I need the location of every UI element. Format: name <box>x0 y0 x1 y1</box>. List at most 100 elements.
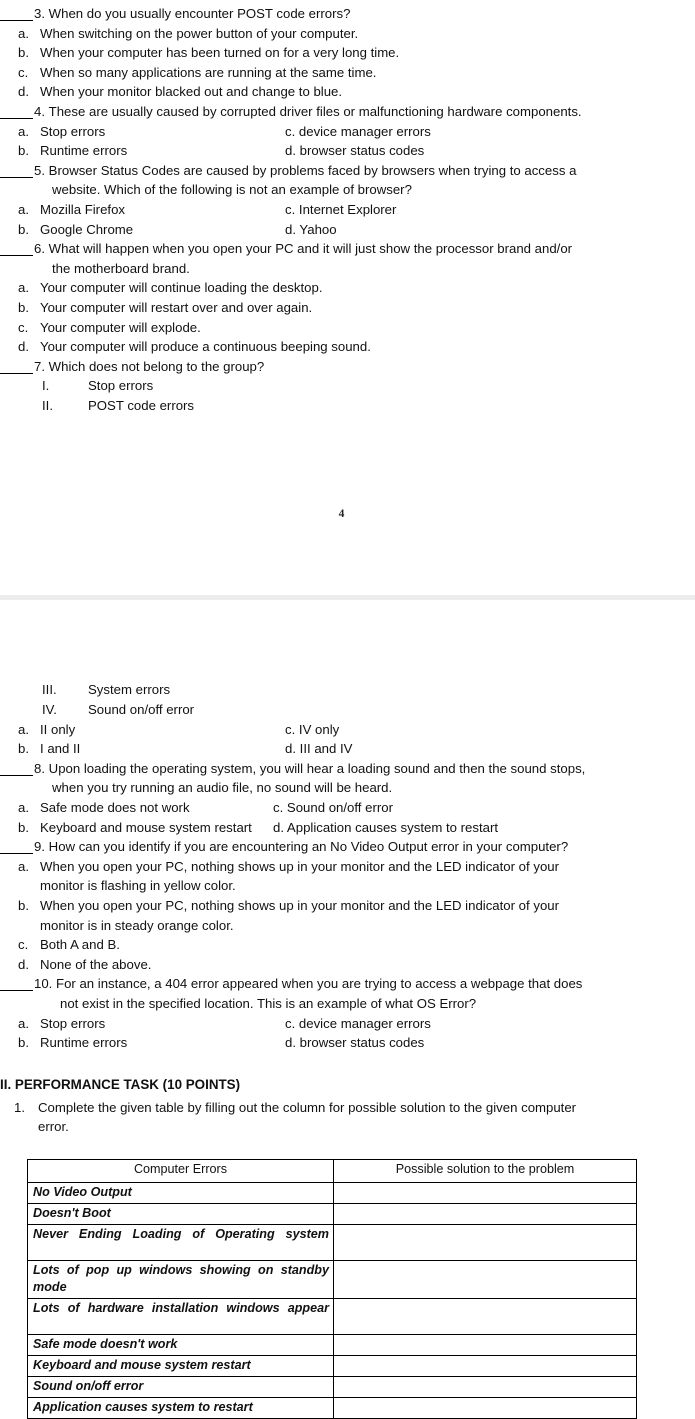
question-10: 10. For an instance, a 404 error appeare… <box>0 974 695 1013</box>
question-5-number: 5. <box>34 162 45 178</box>
question-10-choices: a. Stop errors c. device manager errors b.… <box>0 1014 695 1053</box>
question-6: 6. What will happen when you open your P… <box>0 239 683 278</box>
question-5: 5. Browser Status Codes are caused by pr… <box>0 161 683 200</box>
answer-blank-4[interactable] <box>0 117 33 119</box>
choice-row[interactable]: b. Google Chrome d. Yahoo <box>0 220 683 240</box>
choice-text: When you open your PC, nothing shows up … <box>40 858 560 874</box>
choice-text-right: c. device manager errors <box>285 123 431 139</box>
roman-numeral: II. <box>42 397 53 413</box>
table-cell-solution[interactable] <box>333 1354 637 1377</box>
table-cell-error: Lots of hardware installation windows ap… <box>27 1297 334 1335</box>
choice-letter: a. <box>18 25 29 41</box>
choice-letter: d. <box>18 84 29 100</box>
question-3: 3. When do you usually encounter POST co… <box>0 4 683 24</box>
table-cell-solution[interactable] <box>333 1297 637 1335</box>
question-8-number: 8. <box>34 760 45 776</box>
answer-blank-6[interactable] <box>0 255 33 257</box>
choice-letter: a. <box>18 858 29 874</box>
choice-row[interactable]: a. Stop errors c. device manager errors <box>0 122 683 142</box>
question-8: 8. Upon loading the operating system, yo… <box>0 759 695 798</box>
question-10-continuation: not exist in the specified location. Thi… <box>60 995 477 1011</box>
choice-text: Your computer will explode. <box>40 319 201 335</box>
answer-blank-8[interactable] <box>0 774 33 776</box>
answer-blank-10[interactable] <box>0 990 33 992</box>
table-cell-solution[interactable] <box>333 1181 637 1204</box>
document-page-2: III. System errors IV. Sound on/off error … <box>0 600 695 1419</box>
table-cell-solution[interactable] <box>333 1259 637 1299</box>
choice-text-right: d. browser status codes <box>285 143 425 159</box>
roman-numeral: IV. <box>42 702 57 718</box>
choice-text: Runtime errors <box>40 143 128 159</box>
choice-row[interactable]: a. II only c. IV only <box>0 720 695 740</box>
page-number: 4 <box>338 508 345 521</box>
choice-text: When so many applications are running at… <box>40 64 377 80</box>
choice-text: Your computer will restart over and over… <box>40 299 313 315</box>
choice-row[interactable]: a. Your computer will continue loading th… <box>0 278 683 298</box>
choice-letter: c. <box>18 64 29 80</box>
choice-text: Keyboard and mouse system restart <box>40 819 252 835</box>
page-bottom-margin <box>0 520 695 595</box>
choice-text-right: d. Yahoo <box>285 221 337 237</box>
answer-blank-7[interactable] <box>0 372 33 374</box>
question-6-continuation: the motherboard brand. <box>52 260 190 276</box>
roman-text: Sound on/off error <box>88 702 195 718</box>
choice-row[interactable]: d. When your monitor blacked out and chan… <box>0 82 683 102</box>
choice-row[interactable]: a. When you open your PC, nothing shows u… <box>0 857 695 896</box>
question-7-roman-items-continued: III. System errors IV. Sound on/off error <box>0 680 695 719</box>
roman-text: POST code errors <box>88 397 195 413</box>
roman-text: System errors <box>88 682 171 698</box>
choice-letter: b. <box>18 1035 29 1051</box>
table-cell-solution[interactable] <box>333 1202 637 1225</box>
choice-text: Google Chrome <box>40 221 134 237</box>
choice-row[interactable]: a. Mozilla Firefox c. Internet Explorer <box>0 200 683 220</box>
table-cell-solution[interactable] <box>333 1333 637 1356</box>
question-4: 4. These are usually caused by corrupted… <box>0 102 683 122</box>
choice-row[interactable]: a. Safe mode does not work c. Sound on/off… <box>0 798 695 818</box>
question-3-number: 3. <box>34 6 45 21</box>
choice-row[interactable]: b. I and II d. III and IV <box>0 739 695 759</box>
table-cell-error: Safe mode doesn't work <box>27 1333 334 1356</box>
roman-item: III. System errors <box>0 680 695 700</box>
choice-row[interactable]: a. Stop errors c. device manager errors <box>0 1014 695 1034</box>
question-10-number: 10. <box>34 976 53 992</box>
choice-row[interactable]: a. When switching on the power button of … <box>0 24 683 44</box>
choice-row[interactable]: d. None of the above. <box>0 955 695 975</box>
roman-text: Stop errors <box>88 378 154 394</box>
choice-letter: b. <box>18 143 29 159</box>
table-cell-solution[interactable] <box>333 1223 637 1261</box>
choice-letter: d. <box>18 956 29 972</box>
table-row: Keyboard and mouse system restart <box>27 1354 637 1377</box>
table-row: Lots of pop up windows showing on standb… <box>27 1259 637 1299</box>
choice-text: Your computer will continue loading the … <box>40 280 323 296</box>
table-cell-error: Keyboard and mouse system restart <box>27 1354 334 1377</box>
choice-row[interactable]: c. Your computer will explode. <box>0 318 683 338</box>
table-cell-solution[interactable] <box>333 1396 637 1419</box>
question-9: 9. How can you identify if you are encou… <box>0 837 695 857</box>
choice-row[interactable]: b. Runtime errors d. browser status codes <box>0 141 683 161</box>
answer-blank-3[interactable] <box>0 20 33 21</box>
table-row: Never Ending Loading of Operating system <box>27 1223 637 1261</box>
choice-row[interactable]: b. Your computer will restart over and ov… <box>0 298 683 318</box>
question-7-roman-items: I. Stop errors II. POST code errors <box>0 376 683 415</box>
answer-blank-9[interactable] <box>0 853 33 855</box>
choice-text: Safe mode does not work <box>40 800 190 816</box>
question-7-text: Which does not belong to the group? <box>48 358 265 374</box>
choice-row[interactable]: c. Both A and B. <box>0 935 695 955</box>
choice-row[interactable]: c. When so many applications are running … <box>0 63 683 83</box>
choice-row[interactable]: b. When your computer has been turned on … <box>0 43 683 63</box>
table-cell-error: Doesn't Boot <box>27 1202 334 1225</box>
choice-row[interactable]: b. When you open your PC, nothing shows u… <box>0 896 695 935</box>
choice-text: When your monitor blacked out and change… <box>40 84 343 100</box>
table-header-possible-solution: Possible solution to the problem <box>333 1158 637 1183</box>
choice-row[interactable]: d. Your computer will produce a continuou… <box>0 337 683 357</box>
choice-text: When you open your PC, nothing shows up … <box>40 898 560 913</box>
choice-row[interactable]: b. Keyboard and mouse system restart d. Ap… <box>0 818 695 838</box>
question-8-text: Upon loading the operating system, you w… <box>48 760 586 776</box>
question-5-continuation: website. Which of the following is not a… <box>52 182 412 198</box>
choice-text-right: c. IV only <box>285 721 340 737</box>
document-page-1: 3. When do you usually encounter POST co… <box>0 0 695 521</box>
choice-row[interactable]: b. Runtime errors d. browser status codes <box>0 1033 695 1053</box>
answer-blank-5[interactable] <box>0 176 33 178</box>
question-5-choices: a. Mozilla Firefox c. Internet Explorer b.… <box>0 200 683 239</box>
choice-text-right: c. Internet Explorer <box>285 201 397 217</box>
